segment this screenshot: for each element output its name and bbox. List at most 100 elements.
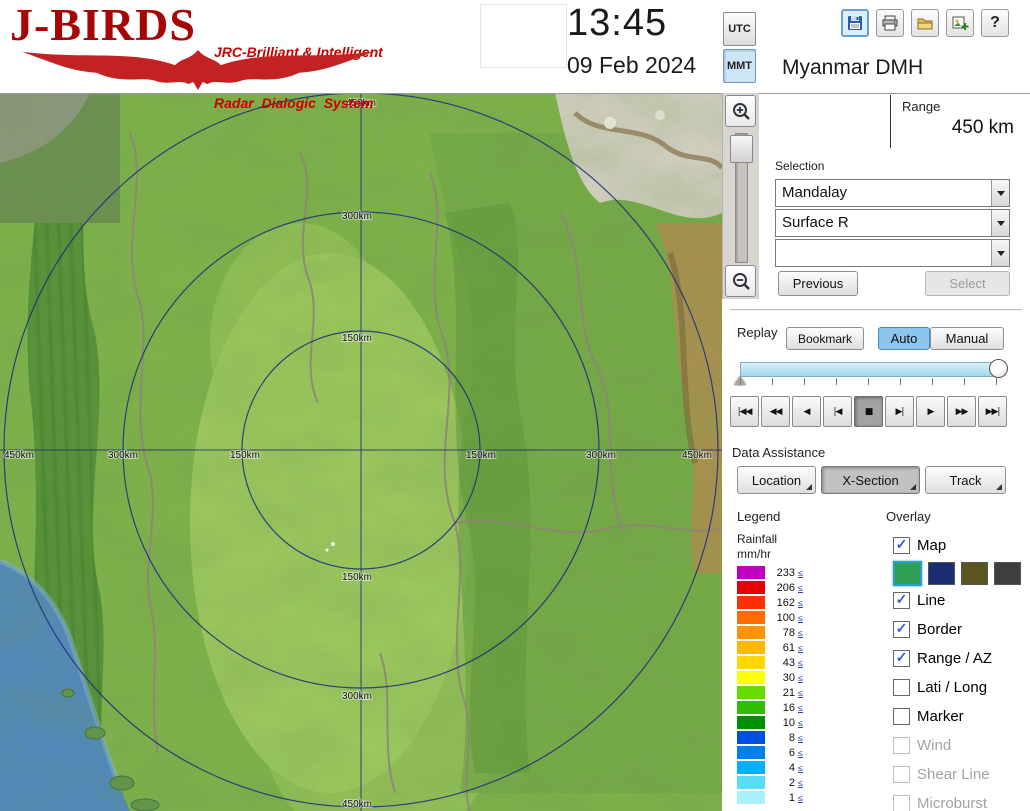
track-button[interactable]: Track [925, 466, 1006, 494]
play-reverse-button[interactable]: ◀ [792, 396, 821, 427]
option-dropdown[interactable] [775, 239, 1010, 267]
overlay-label: Overlay [886, 509, 931, 524]
legend-color-swatch [737, 581, 765, 594]
legend-color-swatch [737, 776, 765, 789]
zoom-controls [722, 93, 759, 299]
legend-operator-link[interactable]: ≤ [798, 598, 803, 608]
checked-checkbox[interactable]: ✓ [893, 621, 910, 638]
legend-operator-link[interactable]: ≤ [798, 718, 803, 728]
legend-unit-line1: Rainfall [737, 532, 777, 546]
step-back-button[interactable]: |◀ [823, 396, 852, 427]
legend-operator-link[interactable]: ≤ [798, 658, 803, 668]
replay-timeline-slider[interactable] [740, 362, 1000, 377]
replay-slider-ticks [740, 378, 998, 385]
unchecked-checkbox[interactable] [893, 708, 910, 725]
zoom-in-icon [731, 101, 751, 121]
legend-operator-link[interactable]: ≤ [798, 628, 803, 638]
svg-text:450km: 450km [342, 799, 372, 810]
location-button[interactable]: Location [737, 466, 816, 494]
legend-operator-link[interactable]: ≤ [798, 583, 803, 593]
site-dropdown[interactable]: Mandalay [775, 179, 1010, 207]
product-dropdown[interactable]: Surface R [775, 209, 1010, 237]
svg-text:300km: 300km [586, 450, 616, 461]
svg-text:150km: 150km [342, 572, 372, 583]
product-dropdown-button[interactable] [991, 210, 1009, 236]
zoom-out-button[interactable] [725, 265, 756, 297]
clock-time: 13:45 [567, 2, 667, 45]
skip-to-end-button[interactable]: ▶▶| [978, 396, 1007, 427]
map-style-swatch-0[interactable] [893, 561, 922, 586]
auto-mode-button[interactable]: Auto [878, 327, 930, 350]
legend-operator-link[interactable]: ≤ [798, 673, 803, 683]
play-button[interactable]: ▶ [916, 396, 945, 427]
overlay-item-line[interactable]: ✓Line [893, 586, 1028, 615]
legend-operator-link[interactable]: ≤ [798, 688, 803, 698]
overlay-item-map[interactable]: ✓Map [893, 531, 1028, 560]
legend-value: 100 [767, 612, 795, 624]
replay-slider-handle[interactable] [989, 359, 1008, 378]
legend-value: 4 [767, 762, 795, 774]
overlay-item-lati-long[interactable]: Lati / Long [893, 673, 1028, 702]
zoom-slider-thumb[interactable] [730, 135, 753, 163]
legend-operator-link[interactable]: ≤ [798, 793, 803, 803]
checked-checkbox[interactable]: ✓ [893, 592, 910, 609]
checked-checkbox[interactable]: ✓ [893, 650, 910, 667]
legend-operator-link[interactable]: ≤ [798, 568, 803, 578]
legend-operator-link[interactable]: ≤ [798, 763, 803, 773]
print-button[interactable] [876, 9, 904, 37]
site-dropdown-button[interactable] [991, 180, 1009, 206]
map-style-swatch-2[interactable] [961, 562, 988, 585]
unchecked-checkbox[interactable] [893, 679, 910, 696]
legend-operator-link[interactable]: ≤ [798, 748, 803, 758]
stop-button[interactable]: ■ [854, 396, 883, 427]
help-button[interactable]: ? [981, 9, 1009, 37]
zoom-in-button[interactable] [725, 95, 756, 127]
svg-text:150km: 150km [466, 450, 496, 461]
legend-operator-link[interactable]: ≤ [798, 733, 803, 743]
save-button[interactable] [841, 9, 869, 37]
legend-color-swatch [737, 716, 765, 729]
legend-row: 43≤ [737, 655, 803, 670]
overlay-item-marker[interactable]: Marker [893, 702, 1028, 731]
bookmark-button[interactable]: Bookmark [786, 327, 864, 350]
svg-text:150km: 150km [230, 450, 260, 461]
add-image-button[interactable] [946, 9, 974, 37]
overlay-item-microburst: Microburst [893, 789, 1028, 811]
unchecked-checkbox [893, 737, 910, 754]
legend-row: 21≤ [737, 685, 803, 700]
range-value: 450 km [952, 117, 1014, 139]
legend-color-swatch [737, 596, 765, 609]
radar-map-canvas[interactable]: 450km 300km 150km 150km 300km 450km 450k… [0, 93, 722, 811]
svg-text:300km: 300km [342, 691, 372, 702]
legend-color-swatch [737, 566, 765, 579]
option-dropdown-button[interactable] [991, 240, 1009, 266]
legend-color-swatch [737, 671, 765, 684]
utc-toggle-button[interactable]: UTC [723, 12, 756, 46]
legend-value: 10 [767, 717, 795, 729]
mmt-toggle-button[interactable]: MMT [723, 49, 756, 83]
map-style-swatch-1[interactable] [928, 562, 955, 585]
fast-rewind-button[interactable]: ◀◀ [761, 396, 790, 427]
step-forward-button[interactable]: ▶| [885, 396, 914, 427]
chevron-down-icon [997, 191, 1005, 196]
legend-row: 4≤ [737, 760, 803, 775]
skip-to-start-button[interactable]: |◀◀ [730, 396, 759, 427]
checked-checkbox[interactable]: ✓ [893, 537, 910, 554]
legend-operator-link[interactable]: ≤ [798, 613, 803, 623]
legend-operator-link[interactable]: ≤ [798, 778, 803, 788]
overlay-options: ✓Map ✓Line✓Border✓Range / AZLati / LongMa… [893, 531, 1028, 811]
overlay-item-border[interactable]: ✓Border [893, 615, 1028, 644]
legend-operator-link[interactable]: ≤ [798, 643, 803, 653]
station-name: Myanmar DMH [782, 56, 923, 80]
overlay-item-range-az[interactable]: ✓Range / AZ [893, 644, 1028, 673]
legend-operator-link[interactable]: ≤ [798, 703, 803, 713]
previous-button[interactable]: Previous [778, 271, 858, 296]
legend-value: 61 [767, 642, 795, 654]
fast-forward-button[interactable]: ▶▶ [947, 396, 976, 427]
manual-mode-button[interactable]: Manual [930, 327, 1004, 350]
x-section-button[interactable]: X-Section [821, 466, 920, 494]
rainfall-legend: 233≤206≤162≤100≤78≤61≤43≤30≤21≤16≤10≤8≤6… [737, 565, 803, 805]
map-style-swatch-3[interactable] [994, 562, 1021, 585]
clock-date: 09 Feb 2024 [567, 52, 696, 79]
open-file-button[interactable] [911, 9, 939, 37]
